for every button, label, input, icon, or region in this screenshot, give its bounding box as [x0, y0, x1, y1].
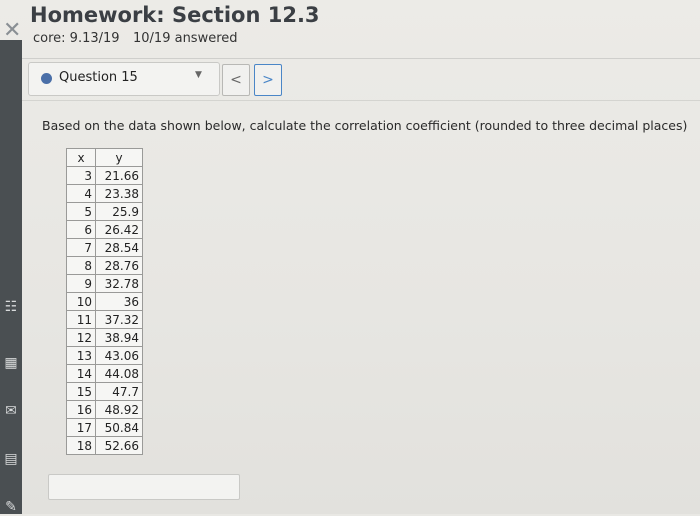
table-row: 18 52.66: [66, 436, 143, 455]
cell-x: 13: [66, 346, 96, 365]
cell-x: 4: [66, 184, 96, 203]
column-header-x: x: [66, 148, 96, 167]
question-divider: [22, 100, 700, 101]
table-row: 7 28.54: [66, 238, 143, 257]
cell-x: 11: [66, 310, 96, 329]
table-row: 13 43.06: [66, 346, 143, 365]
cell-y: 43.06: [95, 346, 143, 365]
cell-x: 14: [66, 364, 96, 383]
table-row: 11 37.32: [66, 310, 143, 329]
cell-y: 37.32: [95, 310, 143, 329]
table-row: 14 44.08: [66, 364, 143, 383]
calendar-icon[interactable]: ▦: [2, 354, 20, 372]
cell-x: 5: [66, 202, 96, 221]
cell-y: 21.66: [95, 166, 143, 185]
chevron-down-icon: ▼: [195, 70, 202, 80]
table-row: 17 50.84: [66, 418, 143, 437]
cell-y: 50.84: [95, 418, 143, 437]
mail-icon[interactable]: ✉: [2, 402, 20, 420]
table-header-row: x y: [66, 148, 143, 167]
cell-y: 48.92: [95, 400, 143, 419]
cell-y: 52.66: [95, 436, 143, 455]
cell-x: 9: [66, 274, 96, 293]
page-title: Homework: Section 12.3: [30, 3, 320, 27]
data-table: x y 3 21.66 4 23.38 5 25.9 6 26.42 7 28.54 8 28.76 9…: [66, 148, 143, 455]
cell-x: 15: [66, 382, 96, 401]
table-row: 10 36: [66, 292, 143, 311]
question-prompt: Based on the data shown below, calculate…: [42, 118, 688, 133]
column-header-y: y: [95, 148, 143, 167]
cell-y: 28.54: [95, 238, 143, 257]
cell-x: 12: [66, 328, 96, 347]
answered-count: 10/19 answered: [133, 31, 238, 46]
header-divider: [22, 58, 700, 59]
table-row: 4 23.38: [66, 184, 143, 203]
cell-y: 26.42: [95, 220, 143, 239]
question-label: Question 15: [59, 70, 138, 85]
cell-y: 32.78: [95, 274, 143, 293]
cell-y: 36: [95, 292, 143, 311]
cell-y: 44.08: [95, 364, 143, 383]
table-row: 3 21.66: [66, 166, 143, 185]
table-row: 6 26.42: [66, 220, 143, 239]
close-icon[interactable]: ✕: [3, 20, 21, 42]
question-selector[interactable]: Question 15 ▼: [28, 62, 220, 96]
table-row: 8 28.76: [66, 256, 143, 275]
previous-question-button[interactable]: <: [222, 64, 250, 96]
cell-y: 25.9: [95, 202, 143, 221]
cell-y: 23.38: [95, 184, 143, 203]
document-icon[interactable]: ▤: [2, 450, 20, 468]
cell-x: 6: [66, 220, 96, 239]
left-sidebar: ☷ ▦ ✉ ▤ ✎: [0, 40, 22, 516]
gradebook-icon[interactable]: ☷: [2, 298, 20, 316]
cell-x: 7: [66, 238, 96, 257]
cell-x: 17: [66, 418, 96, 437]
table-row: 9 32.78: [66, 274, 143, 293]
cell-y: 47.7: [95, 382, 143, 401]
cell-x: 8: [66, 256, 96, 275]
cell-y: 28.76: [95, 256, 143, 275]
score-text: core: 9.13/19: [33, 31, 120, 46]
header: ✕ Homework: Section 12.3 core: 9.13/19 1…: [0, 0, 700, 58]
table-row: 16 48.92: [66, 400, 143, 419]
cell-x: 10: [66, 292, 96, 311]
table-row: 15 47.7: [66, 382, 143, 401]
table-row: 5 25.9: [66, 202, 143, 221]
answer-input[interactable]: [48, 474, 240, 500]
cell-x: 18: [66, 436, 96, 455]
cell-x: 3: [66, 166, 96, 185]
table-row: 12 38.94: [66, 328, 143, 347]
question-status-dot-icon: [41, 73, 52, 84]
cell-x: 16: [66, 400, 96, 419]
homework-screen: ☷ ▦ ✉ ▤ ✎ ✕ Homework: Section 12.3 core:…: [0, 0, 700, 516]
tools-icon[interactable]: ✎: [2, 498, 20, 516]
next-question-button[interactable]: >: [254, 64, 282, 96]
cell-y: 38.94: [95, 328, 143, 347]
